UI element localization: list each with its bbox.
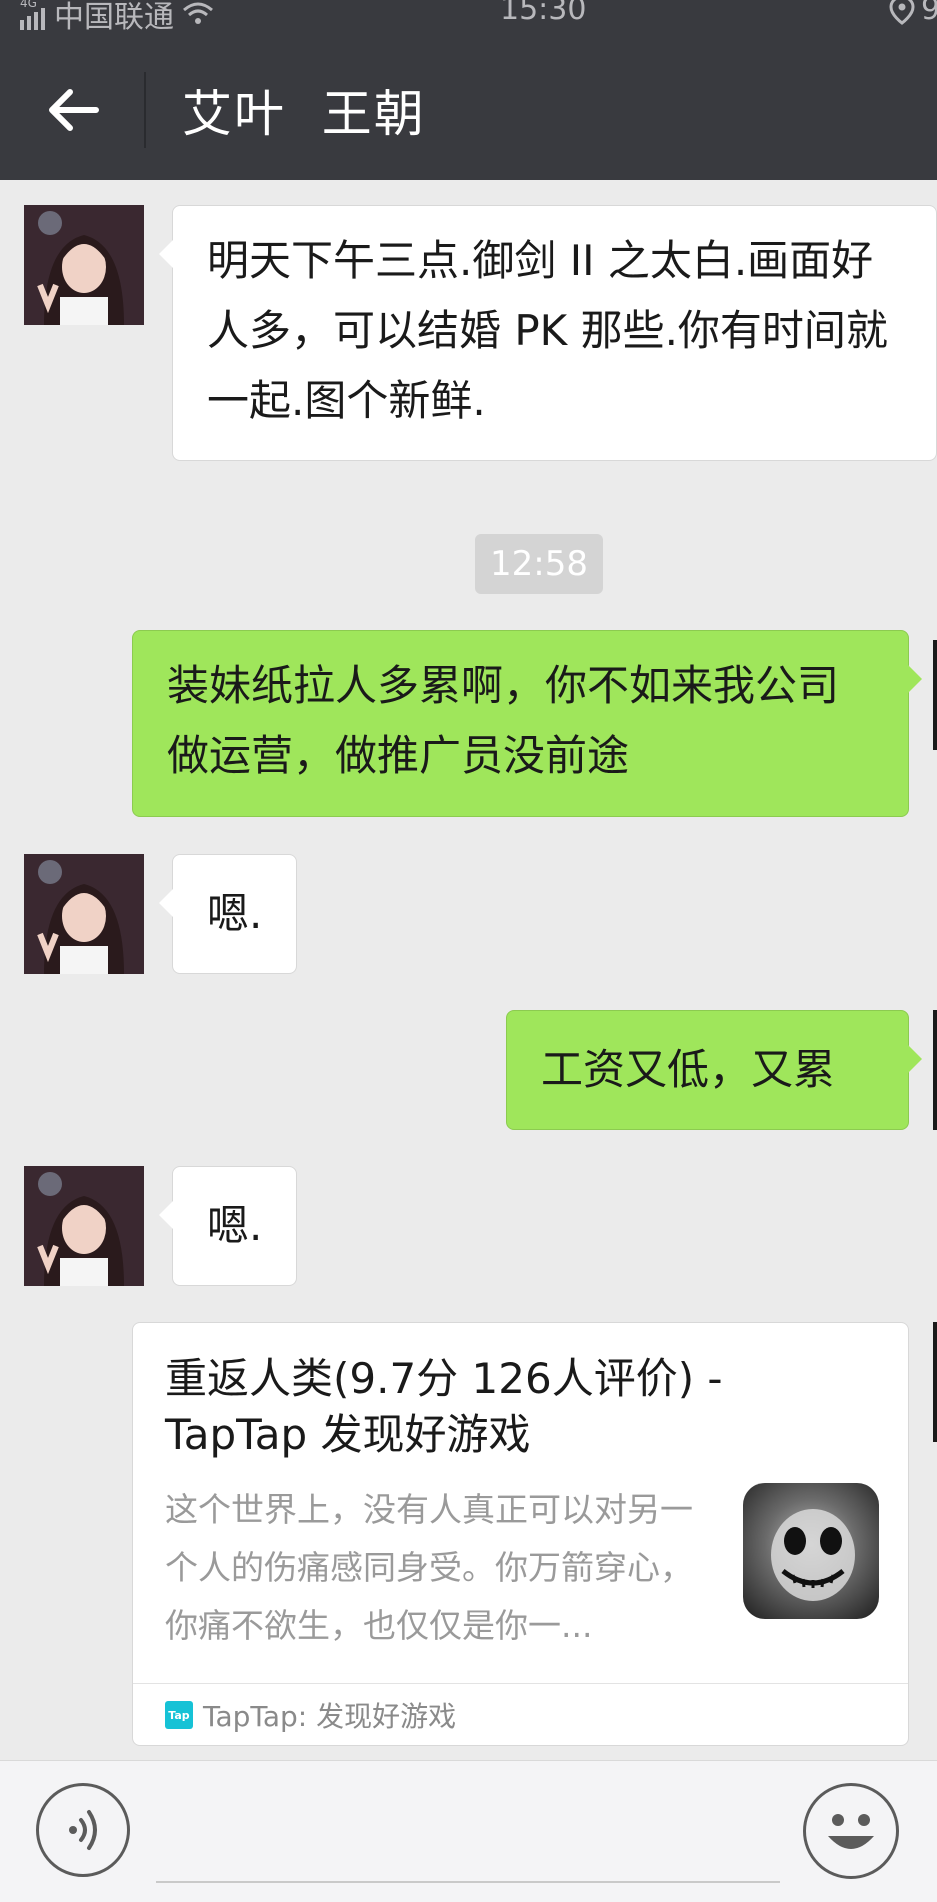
- game-face-icon: [771, 1509, 855, 1601]
- link-card-source: TapTap: 发现好游戏: [203, 1700, 457, 1733]
- status-bar: 4G 中国联通 15:30 9: [0, 0, 937, 40]
- message-input[interactable]: [156, 1819, 780, 1883]
- avatar-portrait-icon: [24, 854, 144, 974]
- message-bubble-incoming[interactable]: 嗯.: [159, 854, 297, 974]
- message-text: 嗯.: [207, 1201, 263, 1250]
- arrow-left-icon: [49, 89, 99, 131]
- self-avatar-edge: [933, 640, 937, 750]
- voice-wave-icon: [69, 1810, 97, 1850]
- message-bubble-outgoing[interactable]: 装妹纸拉人多累啊，你不如来我公司做运营，做推广员没前途: [132, 630, 922, 817]
- chat-header: 艾叶 王朝: [0, 40, 937, 180]
- status-time: 15:30: [500, 0, 587, 27]
- chat-title: 艾叶 王朝: [182, 85, 426, 143]
- link-card-description: 这个世界上，没有人真正可以对另一个人的伤痛感同身受。你万箭穿心，你痛不欲生，也仅…: [165, 1490, 693, 1645]
- message-text: 嗯.: [207, 889, 263, 938]
- timestamp-badge: 12:58: [475, 534, 603, 594]
- bubble-tail: [908, 1045, 922, 1073]
- contact-avatar[interactable]: [24, 1166, 144, 1286]
- message-text: 明天下午三点.御剑 II 之太白.画面好人多，可以结婚 PK 那些.你有时间就一…: [207, 236, 888, 425]
- message-text: 工资又低，又累: [541, 1045, 836, 1094]
- bubble-tail: [159, 889, 173, 917]
- back-button[interactable]: [44, 80, 104, 140]
- avatar-portrait-icon: [24, 1166, 144, 1286]
- bubble-tail: [159, 1201, 173, 1229]
- voice-button[interactable]: [36, 1783, 130, 1877]
- header-divider: [144, 72, 146, 148]
- battery-label: 9: [921, 0, 937, 27]
- message-bubble-outgoing[interactable]: 工资又低，又累: [506, 1010, 922, 1130]
- smiley-face-icon: [828, 1814, 874, 1849]
- message-bubble-incoming[interactable]: 明天下午三点.御剑 II 之太白.画面好人多，可以结婚 PK 那些.你有时间就一…: [159, 205, 937, 461]
- contact-avatar[interactable]: [24, 854, 144, 974]
- bubble-tail: [159, 240, 173, 268]
- link-card-title: 重返人类(9.7分 126人评价) - TapTap 发现好游戏: [165, 1354, 723, 1459]
- self-avatar-edge: [933, 1322, 937, 1442]
- link-card[interactable]: 重返人类(9.7分 126人评价) - TapTap 发现好游戏 这个世界上，没…: [132, 1322, 909, 1746]
- status-right-group: 9: [889, 0, 937, 27]
- wifi-icon: [183, 2, 213, 24]
- taptap-logo-icon: Tap: [165, 1701, 193, 1729]
- message-bubble-incoming[interactable]: 嗯.: [159, 1166, 297, 1286]
- contact-avatar[interactable]: [24, 205, 144, 325]
- carrier-label: 中国联通: [54, 0, 174, 35]
- message-text: 装妹纸拉人多累啊，你不如来我公司做运营，做推广员没前途: [167, 661, 840, 780]
- emoji-button[interactable]: [803, 1783, 899, 1879]
- carrier-group: 4G 中国联通: [20, 0, 214, 36]
- signal-icon: 4G: [20, 0, 46, 30]
- self-avatar-edge: [933, 1010, 937, 1130]
- link-card-footer: Tap TapTap: 发现好游戏: [133, 1683, 908, 1746]
- link-card-thumbnail: [743, 1483, 879, 1619]
- avatar-portrait-icon: [24, 205, 144, 325]
- location-icon: [889, 0, 915, 25]
- input-bar: [0, 1760, 937, 1902]
- bubble-tail: [908, 665, 922, 693]
